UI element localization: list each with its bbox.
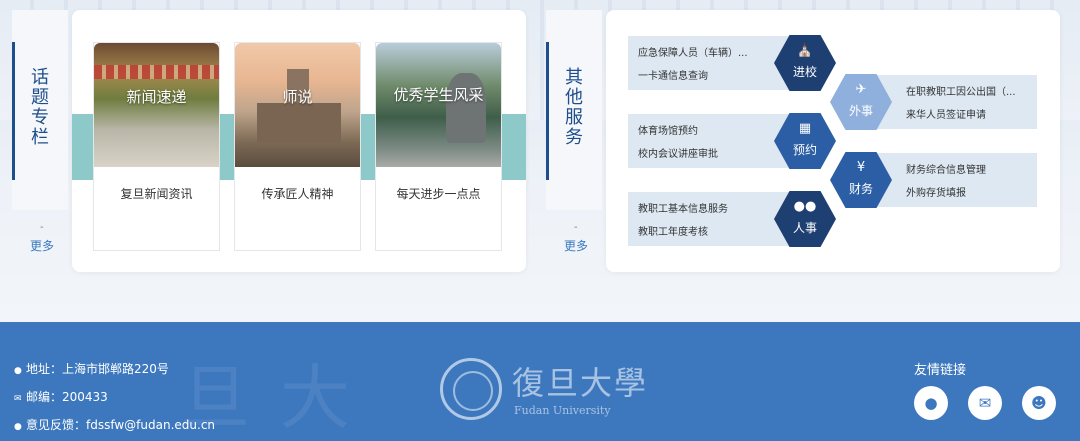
hex-label: 进校	[792, 65, 817, 79]
more-dash: -	[40, 222, 44, 233]
wechat-icon[interactable]: ●	[914, 386, 948, 420]
topics-side-label: 话题专栏	[12, 10, 68, 210]
hex-label: 财务	[848, 182, 873, 196]
user-icon[interactable]: ☻	[1022, 386, 1056, 420]
footer: 旦大 ● 地址：上海市邯郸路220号 ✉ 邮编：200433 ● 意见反馈：fdssf…	[0, 322, 1080, 441]
tile-desc: 复旦新闻资讯	[120, 187, 193, 201]
service-link[interactable]: 来华人员签证申请	[906, 106, 986, 121]
services-side-label: 其他服务	[546, 10, 602, 210]
postcode-text: 邮编：200433	[26, 390, 108, 404]
topics-title: 话题专栏	[31, 67, 49, 148]
services-more-link[interactable]: 更多	[564, 237, 588, 254]
accent-bar	[12, 42, 15, 180]
address-text: 地址：上海市邯郸路220号	[26, 362, 169, 376]
footer-feedback: ● 意见反馈：fdssfw@fudan.edu.cn	[14, 416, 215, 433]
tile-desc: 传承匠人精神	[261, 187, 334, 201]
footer-address: ● 地址：上海市邯郸路220号	[14, 360, 169, 377]
service-link[interactable]: 教职工基本信息服务	[638, 200, 728, 215]
brand-chinese: 復旦大學	[512, 364, 649, 402]
tile-desc: 每天进步一点点	[396, 187, 481, 201]
tile-news[interactable]: 新闻速递 复旦新闻资讯	[93, 42, 220, 251]
links-title: 友情链接	[914, 363, 967, 378]
chat-icon: ●	[14, 422, 22, 432]
topics-more-link[interactable]: 更多	[30, 237, 54, 254]
hex-label: 预约	[792, 143, 817, 157]
hex-label: 外事	[848, 104, 873, 118]
tile-student[interactable]: 优秀学生风采 每天进步一点点	[375, 42, 502, 251]
tile-caption: 优秀学生风采	[393, 86, 484, 104]
service-link[interactable]: 外购存货填报	[906, 184, 966, 199]
location-icon: ●	[14, 366, 22, 376]
service-link[interactable]: 校内会议讲座审批	[638, 145, 718, 160]
student-image: 优秀学生风采	[376, 43, 501, 167]
more-dash: -	[574, 222, 578, 233]
university-seal-icon	[440, 358, 502, 420]
mail-icon[interactable]: ✉	[968, 386, 1002, 420]
footer-postcode: ✉ 邮编：200433	[14, 388, 108, 405]
accent-bar	[546, 42, 549, 180]
teacher-image: 师说	[235, 43, 360, 167]
mail-small-icon: ✉	[14, 394, 22, 404]
brand-english: Fudan University	[514, 404, 611, 417]
service-link[interactable]: 财务综合信息管理	[906, 161, 986, 176]
service-link[interactable]: 教职工年度考核	[638, 223, 708, 238]
services-card: 应急保障人员（车辆）... 一卡通信息查询 ⛪ 进校 在职教职工因公出国（...…	[606, 10, 1060, 272]
services-title: 其他服务	[565, 67, 583, 148]
service-link[interactable]: 体育场馆预约	[638, 122, 698, 137]
hex-label: 人事	[792, 221, 817, 235]
news-image: 新闻速递	[94, 43, 219, 167]
service-link[interactable]: 一卡通信息查询	[638, 67, 708, 82]
tile-caption: 师说	[282, 88, 313, 106]
service-link[interactable]: 应急保障人员（车辆）...	[638, 44, 748, 59]
feedback-text[interactable]: 意见反馈：fdssfw@fudan.edu.cn	[26, 418, 215, 432]
topics-card: 新闻速递 复旦新闻资讯 师说 传承匠人精神 优秀学生风采 每天进步一点点	[72, 10, 526, 272]
service-link[interactable]: 在职教职工因公出国（...	[906, 83, 1016, 98]
tile-caption: 新闻速递	[126, 88, 187, 106]
tile-teacher[interactable]: 师说 传承匠人精神	[234, 42, 361, 251]
